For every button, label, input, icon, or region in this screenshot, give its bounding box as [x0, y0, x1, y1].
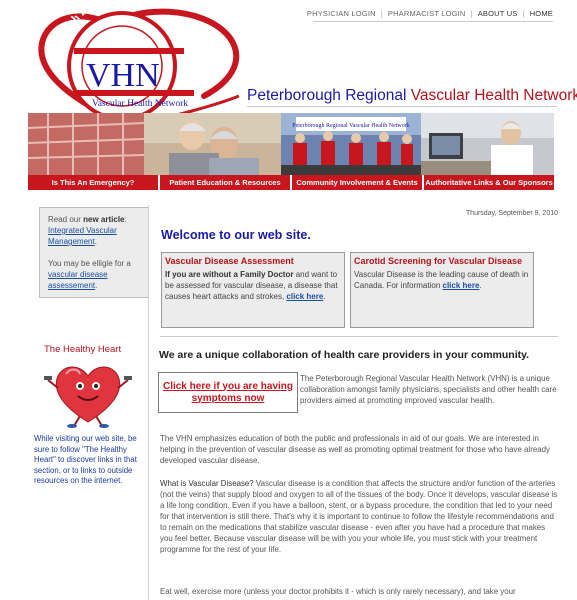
- menu-item-patient-education[interactable]: Patient Education & Resources: [160, 175, 292, 190]
- eligible-text: You may be elligle for a: [48, 259, 131, 268]
- top-divider: [313, 21, 553, 22]
- photo-community-event-image: Peterborough Regional Vascular Health Ne…: [281, 113, 421, 175]
- vascular-assessment-link[interactable]: vascular disease assessement: [48, 270, 108, 290]
- photo-strip: Peterborough Regional Vascular Health Ne…: [28, 113, 554, 175]
- tagline-red: Vascular Health Network: [410, 87, 577, 104]
- logo-vhn-text: VHN: [86, 57, 160, 94]
- tagline-divider: [247, 106, 557, 107]
- sidebar-article-box: Read our new article: Integrated Vascula…: [39, 207, 149, 298]
- main-menu-bar: Is This An Emergency? Patient Education …: [28, 175, 554, 190]
- page: PHYSICIAN LOGIN | PHARMACIST LOGIN | ABOUT U…: [0, 0, 577, 600]
- symptoms-now-button[interactable]: Click here if you are having symptoms no…: [158, 372, 298, 413]
- physician-login-link[interactable]: PHYSICIAN LOGIN: [307, 9, 376, 18]
- carotid-click-here-link[interactable]: click here: [443, 281, 480, 290]
- vascular-assessment-title: Vascular Disease Assessment: [165, 256, 294, 266]
- healthy-heart-text: While visiting our web site, be sure to …: [34, 434, 137, 485]
- intro-paragraph: The Peterborough Regional Vascular Healt…: [300, 374, 557, 405]
- menu-item-links-sponsors[interactable]: Authoritative Links & Our Sponsors: [424, 175, 554, 190]
- assessment-bold-text: If you are without a Family Doctor: [165, 270, 294, 279]
- vascular-disease-text: Vascular disease is a condition that aff…: [160, 479, 558, 554]
- dot-text: .: [95, 281, 98, 290]
- nav-separator: |: [380, 9, 383, 18]
- carotid-screening-title: Carotid Screening for Vascular Disease: [354, 256, 523, 266]
- tagline-blue: Peterborough Regional: [247, 87, 411, 104]
- pharmacist-login-link[interactable]: PHARMACIST LOGIN: [388, 9, 466, 18]
- nav-separator: |: [522, 9, 525, 18]
- carotid-end-text: .: [479, 281, 482, 290]
- photo-doctor-image: [421, 113, 554, 175]
- vascular-disease-lead: What is Vascular Disease?: [160, 479, 254, 488]
- healthy-heart-title[interactable]: The Healthy Heart: [44, 344, 121, 355]
- column-divider: [148, 205, 149, 600]
- integrated-vascular-management-link[interactable]: Integrated Vascular Management: [48, 226, 117, 246]
- new-article-text: new article: [83, 215, 125, 224]
- dot-text: .: [94, 237, 97, 246]
- svg-text:Peterborough Regional Vascular: Peterborough Regional Vascular Health Ne…: [292, 123, 410, 129]
- education-paragraph: The VHN emphasizes education of both the…: [160, 434, 550, 465]
- eat-well-paragraph: Eat well, exercise more (unless your doc…: [160, 587, 516, 596]
- photo-seniors-image: [144, 113, 281, 175]
- top-nav: PHYSICIAN LOGIN | PHARMACIST LOGIN | ABOUT U…: [307, 9, 553, 18]
- site-tagline: Peterborough Regional Vascular Health Ne…: [247, 87, 577, 105]
- menu-item-emergency[interactable]: Is This An Emergency?: [28, 175, 160, 190]
- read-text: Read our: [48, 215, 84, 224]
- collaboration-heading: We are a unique collaboration of health …: [159, 349, 530, 361]
- carotid-text: Vascular Disease is the leading cause of…: [354, 270, 529, 290]
- nav-separator: |: [470, 9, 473, 18]
- about-us-link[interactable]: ABOUT US: [478, 9, 518, 18]
- assessment-end-text: .: [323, 292, 326, 301]
- home-link[interactable]: HOME: [530, 9, 553, 18]
- healthy-heart-mascot-image[interactable]: [44, 358, 132, 428]
- logo-subtitle: Vascular Health Network: [92, 99, 188, 109]
- carotid-screening-box: Carotid Screening for Vascular Disease V…: [350, 252, 534, 328]
- welcome-heading: Welcome to our web site.: [161, 228, 311, 242]
- vascular-disease-paragraph: What is Vascular Disease? Vascular disea…: [160, 478, 558, 555]
- vascular-assessment-box: Vascular Disease Assessment If you are w…: [161, 252, 345, 328]
- current-date: Thursday, September 9, 2010: [465, 210, 558, 217]
- content-divider: [160, 336, 558, 337]
- assessment-click-here-link[interactable]: click here: [286, 292, 323, 301]
- colon-text: :: [124, 215, 127, 224]
- photo-hospital-image: [28, 113, 144, 175]
- vhn-logo[interactable]: Peterborough Regional VHN Vascular Healt…: [34, 8, 244, 128]
- menu-item-community[interactable]: Community Involvement & Events: [292, 175, 424, 190]
